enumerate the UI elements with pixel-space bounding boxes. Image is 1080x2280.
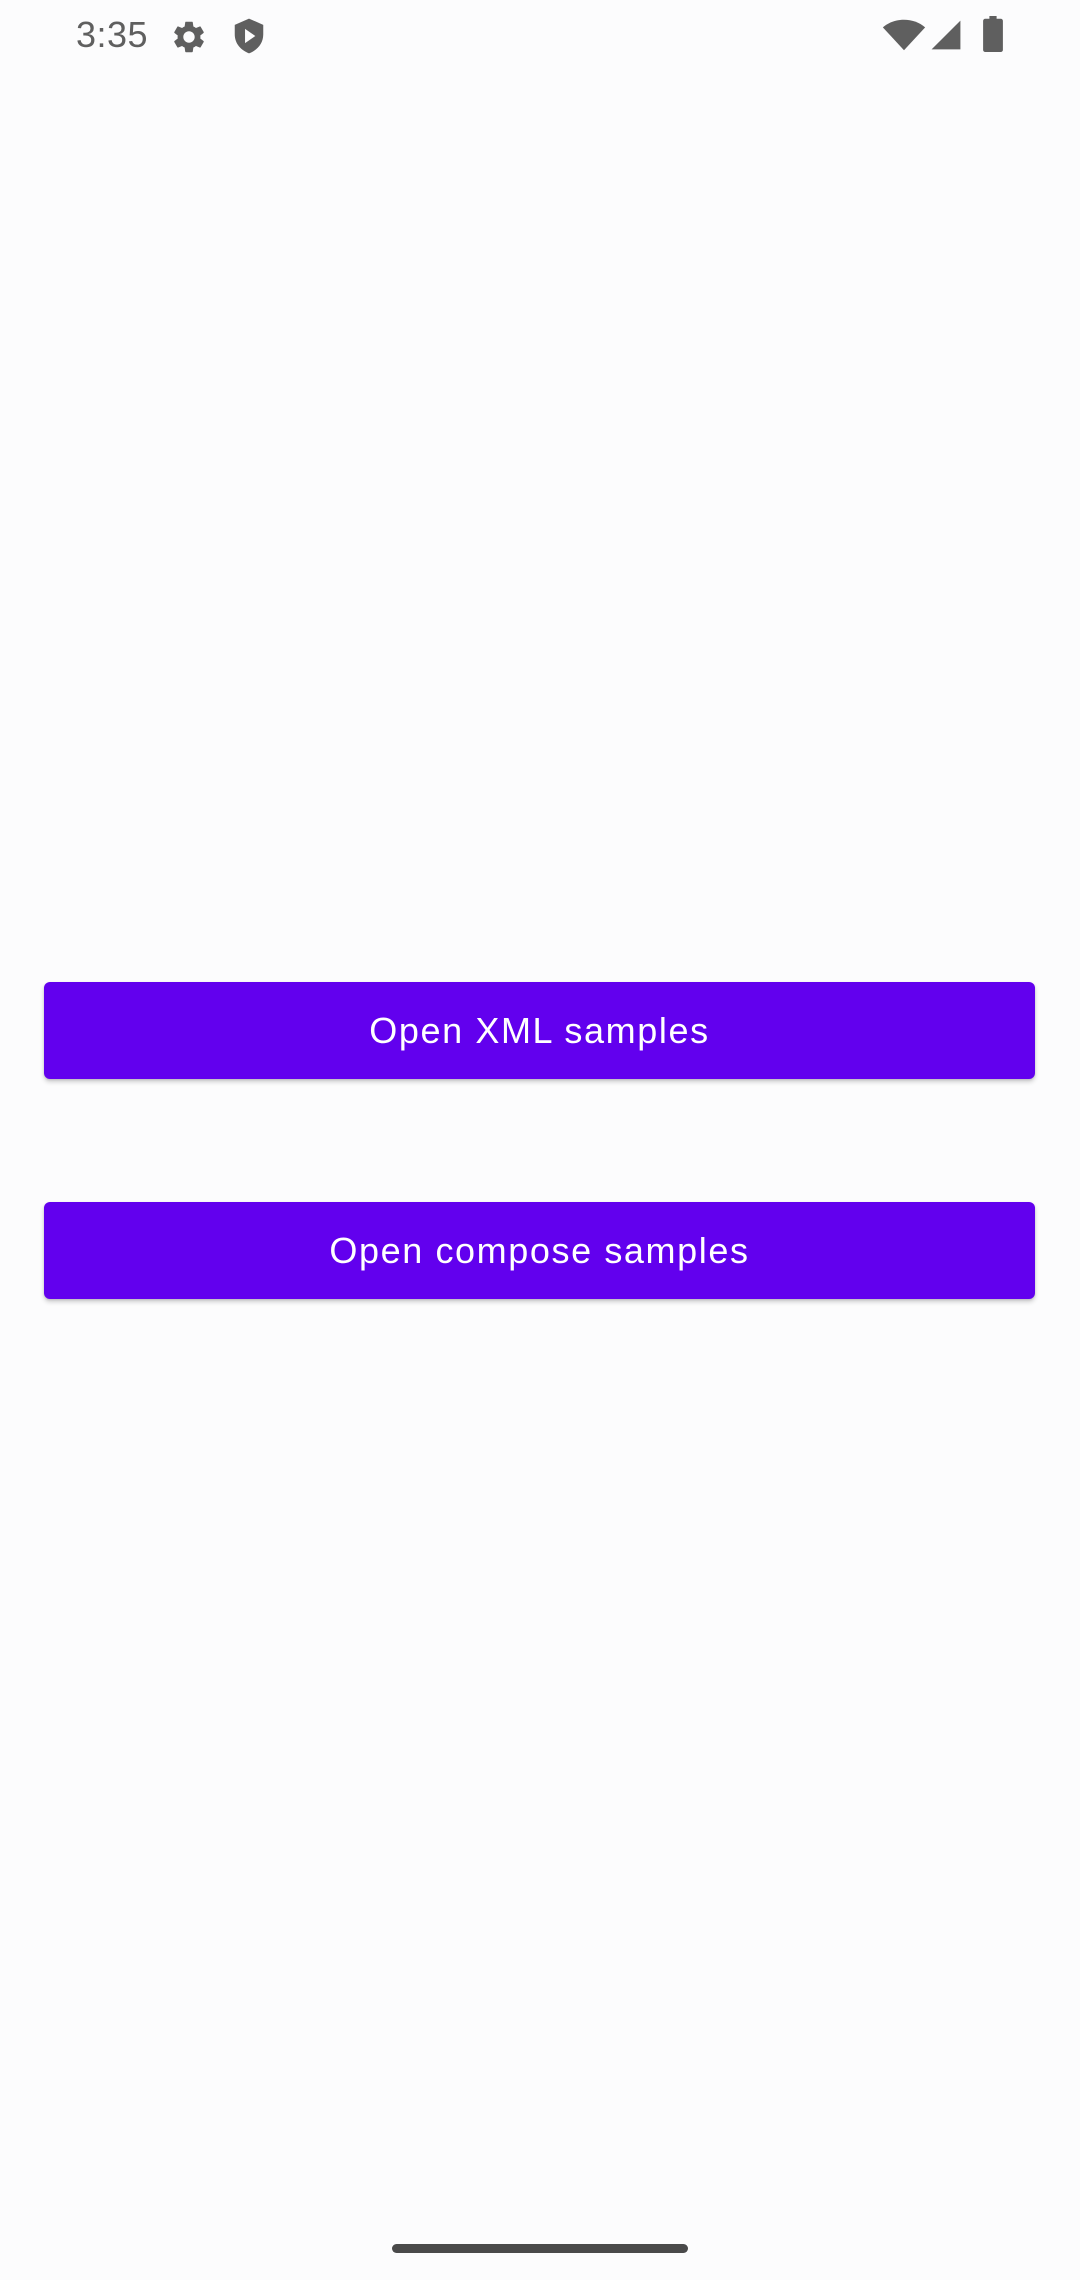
settings-icon [174,21,204,53]
cellular-signal-icon [931,20,961,50]
status-time: 3:35 [76,14,149,55]
battery-icon [983,16,1003,52]
open-compose-samples-button[interactable]: Open compose samples [44,1202,1035,1299]
wifi-icon [882,19,926,51]
status-bar: 3:35 [0,0,1080,72]
shield-play-icon [234,18,264,54]
home-indicator[interactable] [392,2244,688,2253]
open-xml-samples-button[interactable]: Open XML samples [44,982,1035,1079]
